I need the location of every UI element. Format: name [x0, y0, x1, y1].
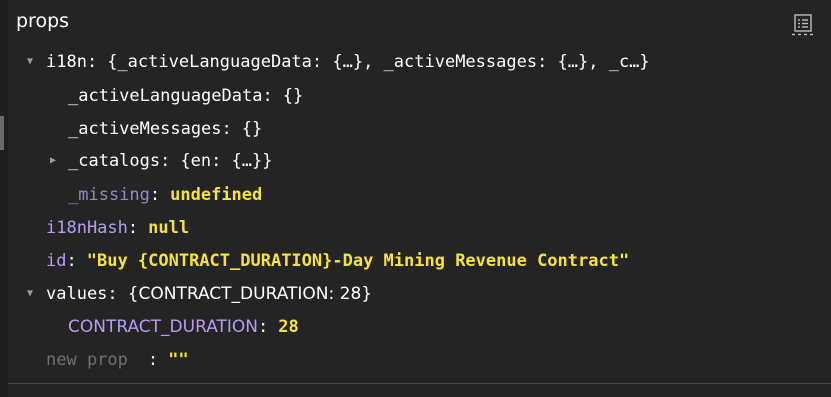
tree-row-catalogs[interactable]: _catalogs: {en: {…}}: [68, 151, 273, 171]
prop-key: values: [46, 284, 108, 304]
prop-colon: :: [86, 52, 98, 72]
prop-summary: {_activeLanguageData: {…}, _activeMessag…: [107, 52, 650, 72]
prop-key: i18n: [46, 52, 87, 72]
new-prop-key-input[interactable]: new prop: [46, 350, 128, 370]
prop-key: id: [46, 251, 67, 271]
prop-colon: :: [107, 284, 118, 304]
tree-row-i18n[interactable]: i18n: {_activeLanguageData: {…}, _activeM…: [46, 52, 650, 72]
list-view-icon[interactable]: [789, 12, 815, 38]
new-prop-value-input[interactable]: "": [168, 350, 188, 370]
expand-arrow-i18n-icon[interactable]: ▼: [23, 52, 37, 72]
prop-key: _catalogs: [68, 151, 161, 171]
panel-title: props: [16, 10, 70, 32]
prop-colon: :: [66, 251, 77, 271]
prop-key: _activeLanguageData: [68, 86, 263, 106]
tree-row-contract-duration[interactable]: CONTRACT_DURATION: 28: [68, 317, 299, 337]
tree-row-active-language-data[interactable]: _activeLanguageData: {}: [68, 86, 303, 106]
tree-row-missing[interactable]: _missing: undefined: [68, 185, 262, 205]
prop-value: null: [148, 218, 190, 238]
prop-key: _activeMessages: [68, 119, 222, 139]
prop-colon: :: [127, 218, 139, 238]
prop-colon: :: [262, 86, 273, 106]
prop-value: {}: [241, 119, 263, 139]
prop-colon: :: [147, 350, 159, 370]
props-panel: props ▼ i18n: {_activeLanguageData: {…}, …: [0, 0, 831, 397]
left-gutter-scroll-mark[interactable]: [0, 116, 4, 150]
prop-key: CONTRACT_DURATION: [68, 317, 259, 337]
tree-row-id[interactable]: id: "Buy {CONTRACT_DURATION}-Day Mining R…: [46, 251, 629, 271]
prop-key: i18nHash: [46, 218, 128, 238]
tree-row-i18n-hash[interactable]: i18nHash: null: [46, 218, 189, 238]
prop-key: _missing: [68, 185, 150, 205]
prop-value: 28: [278, 317, 299, 337]
prop-value: {en: {…}}: [180, 151, 273, 171]
prop-colon: :: [258, 317, 269, 337]
expand-arrow-values-icon[interactable]: ▼: [23, 284, 37, 304]
left-gutter: [0, 0, 8, 397]
prop-value: undefined: [170, 185, 263, 205]
tree-row-values[interactable]: values: {CONTRACT_DURATION: 28}: [46, 284, 372, 304]
prop-colon: :: [149, 185, 161, 205]
prop-value: {}: [282, 86, 304, 106]
prop-summary: {CONTRACT_DURATION: 28}: [127, 284, 373, 304]
tree-row-active-messages[interactable]: _activeMessages: {}: [68, 119, 262, 139]
expand-arrow-catalogs-icon[interactable]: ▶: [46, 151, 60, 171]
prop-value: "Buy {CONTRACT_DURATION}-Day Mining Reve…: [86, 251, 630, 271]
new-prop-row[interactable]: new prop: "": [46, 350, 189, 370]
prop-colon: :: [160, 151, 171, 171]
panel-bottom-divider: [8, 383, 831, 384]
prop-colon: :: [221, 119, 232, 139]
